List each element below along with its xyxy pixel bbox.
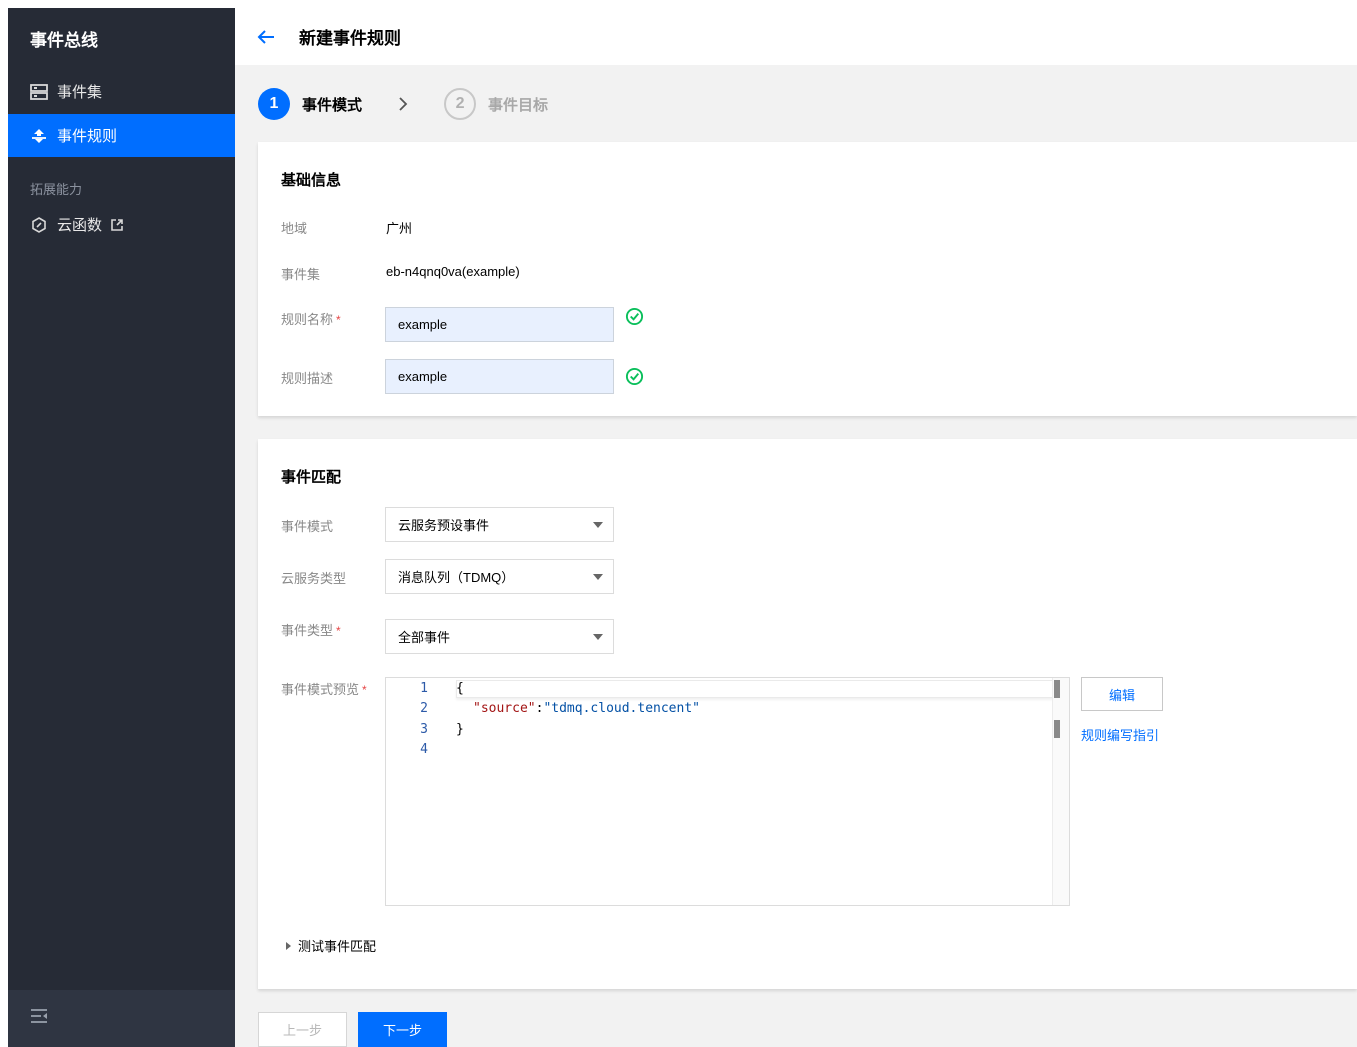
basic-info-card: 基础信息 地域 广州 事件集 eb-n4qnq0va(example) 规则名称… bbox=[258, 142, 1357, 416]
required-mark: * bbox=[362, 683, 367, 697]
check-circle-icon bbox=[625, 367, 644, 386]
rule-guide-link[interactable]: 规则编写指引 bbox=[1081, 725, 1159, 744]
event-set-icon bbox=[30, 83, 48, 101]
event-match-card: 事件匹配 事件模式 云服务预设事件 云服务类型 消息队列（TDMQ） 事件类型 *… bbox=[258, 439, 1357, 989]
rule-desc-label: 规则描述 bbox=[281, 371, 334, 386]
page-title: 新建事件规则 bbox=[299, 29, 401, 48]
sidebar-section-label: 拓展能力 bbox=[30, 182, 83, 197]
line-number: 2 bbox=[420, 701, 428, 716]
step-1-label: 事件模式 bbox=[302, 96, 363, 114]
rule-name-input[interactable]: example bbox=[385, 307, 614, 342]
event-rule-icon bbox=[30, 127, 48, 145]
event-type-label: 事件类型 * bbox=[281, 623, 341, 638]
service-type-select[interactable]: 消息队列（TDMQ） bbox=[385, 559, 614, 594]
test-event-match-label: 测试事件匹配 bbox=[298, 939, 377, 954]
code-line-source: "source":"tdmq.cloud.tencent" bbox=[473, 701, 700, 716]
event-type-select[interactable]: 全部事件 bbox=[385, 619, 614, 654]
required-mark: * bbox=[336, 313, 341, 327]
page-header: 新建事件规则 bbox=[235, 8, 1357, 65]
event-type-value: 全部事件 bbox=[398, 630, 451, 645]
eventset-label: 事件集 bbox=[281, 267, 321, 282]
code-line-close: } bbox=[456, 722, 464, 737]
pattern-code-editor[interactable]: 1 2 3 4 { "source":"tdmq.cloud.tencent" … bbox=[385, 677, 1070, 906]
event-match-title: 事件匹配 bbox=[281, 469, 342, 486]
code-line-open: { bbox=[456, 681, 464, 696]
region-label: 地域 bbox=[281, 221, 308, 236]
step-1-number: 1 bbox=[258, 88, 290, 120]
back-button[interactable] bbox=[257, 27, 277, 47]
external-link-icon bbox=[111, 218, 123, 231]
sidebar-item-label: 事件规则 bbox=[57, 128, 118, 145]
line-number: 3 bbox=[420, 722, 428, 737]
sidebar-title: 事件总线 bbox=[30, 31, 98, 50]
prev-step-button[interactable]: 上一步 bbox=[258, 1012, 347, 1047]
event-mode-label: 事件模式 bbox=[281, 519, 334, 534]
scrollbar-marker bbox=[1054, 720, 1060, 738]
active-line-highlight bbox=[456, 680, 1053, 698]
line-number: 1 bbox=[420, 681, 428, 696]
pattern-preview-label: 事件模式预览 * bbox=[281, 682, 367, 697]
region-value: 广州 bbox=[386, 221, 413, 236]
sidebar-item-event-rule[interactable]: 事件规则 bbox=[8, 114, 235, 157]
rule-name-label: 规则名称 * bbox=[281, 312, 341, 327]
event-mode-value: 云服务预设事件 bbox=[398, 518, 490, 533]
service-type-label: 云服务类型 bbox=[281, 571, 347, 586]
step-indicator: 1 事件模式 2 事件目标 bbox=[258, 88, 548, 120]
dropdown-caret-icon bbox=[593, 634, 603, 640]
app-root: 事件总线 事件集 事件规则 拓展能力 云函数 新建事件规则 1 事件模式 2 事… bbox=[8, 8, 1357, 1047]
edit-pattern-button[interactable]: 编辑 bbox=[1081, 677, 1163, 711]
chevron-right-icon bbox=[398, 96, 408, 112]
arrow-left-icon bbox=[257, 29, 274, 44]
event-mode-select[interactable]: 云服务预设事件 bbox=[385, 507, 614, 542]
line-number: 4 bbox=[420, 742, 428, 757]
dropdown-caret-icon bbox=[593, 574, 603, 580]
required-mark: * bbox=[336, 624, 341, 638]
eventset-value: eb-n4qnq0va(example) bbox=[386, 264, 520, 279]
caret-right-icon bbox=[286, 941, 291, 950]
sidebar-item-label: 事件集 bbox=[57, 84, 103, 101]
service-type-value: 消息队列（TDMQ） bbox=[398, 570, 515, 585]
sidebar: 事件总线 事件集 事件规则 拓展能力 云函数 bbox=[8, 8, 235, 1047]
sidebar-collapse-toggle[interactable] bbox=[8, 990, 235, 1047]
scrollbar-thumb[interactable] bbox=[1054, 680, 1060, 698]
next-step-button[interactable]: 下一步 bbox=[358, 1012, 447, 1047]
sidebar-item-label: 云函数 bbox=[57, 217, 103, 234]
step-2-label: 事件目标 bbox=[488, 96, 549, 114]
cloud-function-icon bbox=[30, 216, 48, 234]
dropdown-caret-icon bbox=[593, 522, 603, 528]
rule-desc-input[interactable]: example bbox=[385, 359, 614, 394]
step-2-number: 2 bbox=[444, 88, 477, 120]
sidebar-item-event-set[interactable]: 事件集 bbox=[8, 70, 235, 113]
editor-scrollbar[interactable] bbox=[1052, 678, 1069, 905]
basic-info-title: 基础信息 bbox=[281, 172, 342, 189]
check-circle-icon bbox=[625, 307, 644, 326]
test-event-match-toggle[interactable]: 测试事件匹配 bbox=[286, 936, 376, 955]
sidebar-item-cloud-function[interactable]: 云函数 bbox=[8, 203, 235, 246]
collapse-menu-icon bbox=[30, 1008, 48, 1029]
